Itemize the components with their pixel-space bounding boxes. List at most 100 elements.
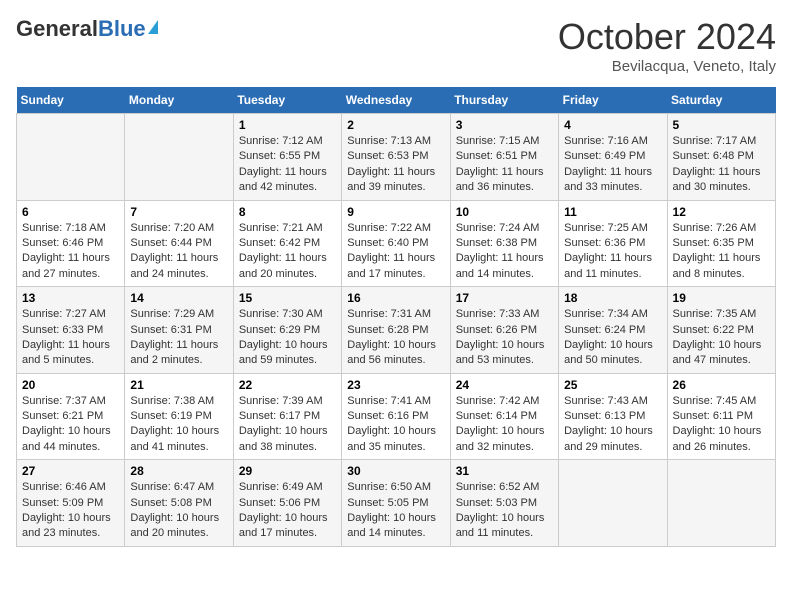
logo: General Blue [16,16,158,42]
week-row-4: 20 Sunrise: 7:37 AM Sunset: 6:21 PM Dayli… [17,373,776,460]
calendar-cell: 25Sunrise: 7:43 AM Sunset: 6:13 PM Dayli… [559,373,667,460]
calendar-cell [17,114,125,201]
day-number: 9 [347,205,444,219]
month-title: October 2024 [558,16,776,58]
calendar-body: 1 Sunrise: 7:12 AM Sunset: 6:55 PM Daylig… [17,114,776,547]
calendar-cell [667,460,775,547]
day-number: 6 [22,205,119,219]
day-info: Sunrise: 6:52 AM Sunset: 5:03 PM Dayligh… [456,480,553,542]
week-row-1: 1 Sunrise: 7:12 AM Sunset: 6:55 PM Daylig… [17,114,776,201]
calendar-cell: 30 Sunrise: 6:50 AM Sunset: 5:05 PM Dayli… [342,460,450,547]
day-info: Sunrise: 7:22 AM Sunset: 6:40 PM Dayligh… [347,221,444,283]
header-row: SundayMondayTuesdayWednesdayThursdayFrid… [17,87,776,114]
day-info: Sunrise: 7:12 AM Sunset: 6:55 PM Dayligh… [239,134,336,196]
calendar-cell: 17 Sunrise: 7:33 AM Sunset: 6:26 PM Dayli… [450,287,558,374]
day-number: 29 [239,464,336,478]
calendar-cell: 13Sunrise: 7:27 AM Sunset: 6:33 PM Dayli… [17,287,125,374]
day-info: Sunrise: 7:30 AM Sunset: 6:29 PM Dayligh… [239,307,336,369]
calendar-cell: 6Sunrise: 7:18 AM Sunset: 6:46 PM Daylig… [17,200,125,287]
calendar-cell: 22 Sunrise: 7:39 AM Sunset: 6:17 PM Dayli… [233,373,341,460]
day-number: 17 [456,291,553,305]
calendar-cell [559,460,667,547]
day-info: Sunrise: 7:25 AM Sunset: 6:36 PM Dayligh… [564,221,661,283]
day-number: 1 [239,118,336,132]
day-info: Sunrise: 7:34 AM Sunset: 6:24 PM Dayligh… [564,307,661,369]
title-area: October 2024 Bevilacqua, Veneto, Italy [558,16,776,75]
calendar-cell: 1 Sunrise: 7:12 AM Sunset: 6:55 PM Daylig… [233,114,341,201]
calendar-cell: 14 Sunrise: 7:29 AM Sunset: 6:31 PM Dayli… [125,287,233,374]
calendar-cell: 29 Sunrise: 6:49 AM Sunset: 5:06 PM Dayli… [233,460,341,547]
day-number: 3 [456,118,553,132]
calendar-cell: 20 Sunrise: 7:37 AM Sunset: 6:21 PM Dayli… [17,373,125,460]
day-info: Sunrise: 7:37 AM Sunset: 6:21 PM Dayligh… [22,394,119,456]
calendar-cell: 8 Sunrise: 7:21 AM Sunset: 6:42 PM Daylig… [233,200,341,287]
day-header-saturday: Saturday [667,87,775,114]
day-info: Sunrise: 7:29 AM Sunset: 6:31 PM Dayligh… [130,307,227,369]
calendar-table: SundayMondayTuesdayWednesdayThursdayFrid… [16,87,776,547]
calendar-cell: 23Sunrise: 7:41 AM Sunset: 6:16 PM Dayli… [342,373,450,460]
calendar-cell: 9 Sunrise: 7:22 AM Sunset: 6:40 PM Daylig… [342,200,450,287]
day-info: Sunrise: 6:49 AM Sunset: 5:06 PM Dayligh… [239,480,336,542]
calendar-cell: 27Sunrise: 6:46 AM Sunset: 5:09 PM Dayli… [17,460,125,547]
location: Bevilacqua, Veneto, Italy [558,58,776,75]
day-number: 31 [456,464,553,478]
calendar-cell: 4 Sunrise: 7:16 AM Sunset: 6:49 PM Daylig… [559,114,667,201]
week-row-5: 27Sunrise: 6:46 AM Sunset: 5:09 PM Dayli… [17,460,776,547]
day-header-sunday: Sunday [17,87,125,114]
day-number: 2 [347,118,444,132]
day-info: Sunrise: 7:16 AM Sunset: 6:49 PM Dayligh… [564,134,661,196]
calendar-cell: 7Sunrise: 7:20 AM Sunset: 6:44 PM Daylig… [125,200,233,287]
day-number: 8 [239,205,336,219]
calendar-cell: 28 Sunrise: 6:47 AM Sunset: 5:08 PM Dayli… [125,460,233,547]
page-header: General Blue October 2024 Bevilacqua, Ve… [16,16,776,75]
day-header-thursday: Thursday [450,87,558,114]
day-info: Sunrise: 7:26 AM Sunset: 6:35 PM Dayligh… [673,221,770,283]
day-info: Sunrise: 7:33 AM Sunset: 6:26 PM Dayligh… [456,307,553,369]
day-info: Sunrise: 7:43 AM Sunset: 6:13 PM Dayligh… [564,394,661,456]
day-number: 19 [673,291,770,305]
day-info: Sunrise: 7:31 AM Sunset: 6:28 PM Dayligh… [347,307,444,369]
day-number: 14 [130,291,227,305]
day-number: 15 [239,291,336,305]
day-info: Sunrise: 7:27 AM Sunset: 6:33 PM Dayligh… [22,307,119,369]
calendar-cell: 5Sunrise: 7:17 AM Sunset: 6:48 PM Daylig… [667,114,775,201]
day-info: Sunrise: 7:15 AM Sunset: 6:51 PM Dayligh… [456,134,553,196]
day-info: Sunrise: 7:17 AM Sunset: 6:48 PM Dayligh… [673,134,770,196]
calendar-cell: 11Sunrise: 7:25 AM Sunset: 6:36 PM Dayli… [559,200,667,287]
day-info: Sunrise: 7:41 AM Sunset: 6:16 PM Dayligh… [347,394,444,456]
day-number: 26 [673,378,770,392]
day-info: Sunrise: 7:35 AM Sunset: 6:22 PM Dayligh… [673,307,770,369]
day-info: Sunrise: 7:21 AM Sunset: 6:42 PM Dayligh… [239,221,336,283]
day-header-friday: Friday [559,87,667,114]
day-number: 22 [239,378,336,392]
calendar-header: SundayMondayTuesdayWednesdayThursdayFrid… [17,87,776,114]
calendar-cell: 21Sunrise: 7:38 AM Sunset: 6:19 PM Dayli… [125,373,233,460]
day-number: 21 [130,378,227,392]
calendar-cell: 31 Sunrise: 6:52 AM Sunset: 5:03 PM Dayli… [450,460,558,547]
day-info: Sunrise: 6:46 AM Sunset: 5:09 PM Dayligh… [22,480,119,542]
day-number: 20 [22,378,119,392]
day-info: Sunrise: 7:45 AM Sunset: 6:11 PM Dayligh… [673,394,770,456]
day-number: 28 [130,464,227,478]
logo-bird-icon [148,20,158,34]
week-row-3: 13Sunrise: 7:27 AM Sunset: 6:33 PM Dayli… [17,287,776,374]
day-info: Sunrise: 6:50 AM Sunset: 5:05 PM Dayligh… [347,480,444,542]
day-number: 16 [347,291,444,305]
calendar-cell: 16 Sunrise: 7:31 AM Sunset: 6:28 PM Dayli… [342,287,450,374]
day-number: 7 [130,205,227,219]
day-number: 4 [564,118,661,132]
calendar-cell: 15 Sunrise: 7:30 AM Sunset: 6:29 PM Dayli… [233,287,341,374]
day-info: Sunrise: 6:47 AM Sunset: 5:08 PM Dayligh… [130,480,227,542]
day-info: Sunrise: 7:39 AM Sunset: 6:17 PM Dayligh… [239,394,336,456]
day-number: 10 [456,205,553,219]
calendar-cell: 18Sunrise: 7:34 AM Sunset: 6:24 PM Dayli… [559,287,667,374]
logo-blue: Blue [98,16,146,42]
day-number: 30 [347,464,444,478]
day-number: 12 [673,205,770,219]
calendar-cell: 19 Sunrise: 7:35 AM Sunset: 6:22 PM Dayli… [667,287,775,374]
calendar-cell: 26 Sunrise: 7:45 AM Sunset: 6:11 PM Dayli… [667,373,775,460]
day-info: Sunrise: 7:24 AM Sunset: 6:38 PM Dayligh… [456,221,553,283]
day-number: 24 [456,378,553,392]
calendar-cell: 3 Sunrise: 7:15 AM Sunset: 6:51 PM Daylig… [450,114,558,201]
day-header-tuesday: Tuesday [233,87,341,114]
